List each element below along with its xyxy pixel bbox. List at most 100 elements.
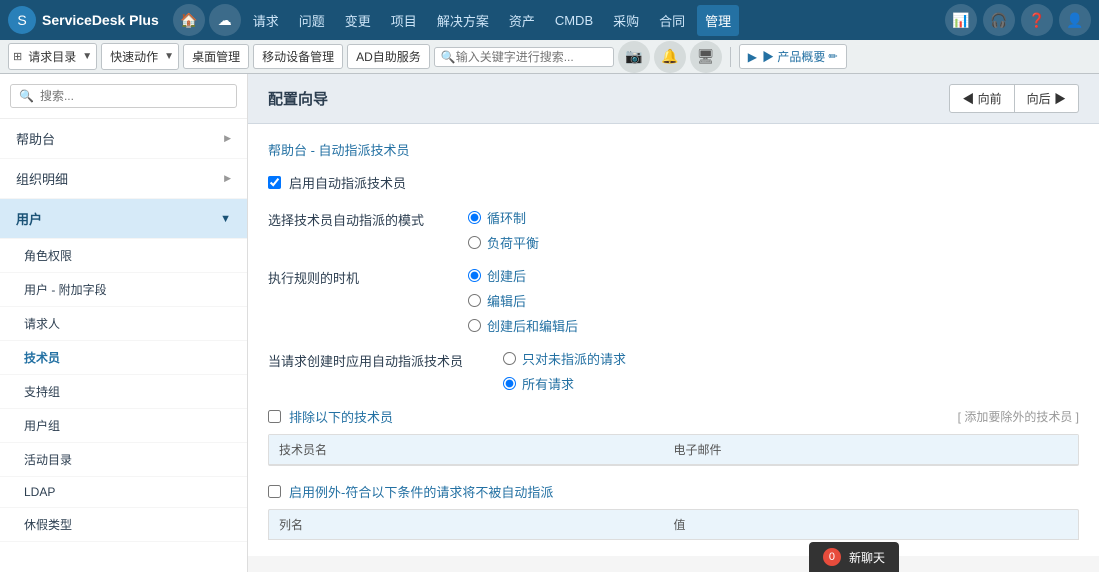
- mode-load-balance-label[interactable]: 负荷平衡: [487, 233, 539, 252]
- apply-all-label[interactable]: 所有请求: [522, 374, 574, 393]
- mode-round-robin-radio[interactable]: [468, 211, 481, 224]
- apply-label: 当请求创建时应用自动指派技术员: [268, 349, 463, 393]
- nav-item-problems[interactable]: 问题: [291, 5, 333, 36]
- nav-item-changes[interactable]: 变更: [337, 5, 379, 36]
- timing-after-edit: 编辑后: [468, 291, 578, 310]
- mode-round-robin: 循环制: [468, 208, 539, 227]
- add-exclude-link[interactable]: [ 添加要除外的技术员 ]: [958, 408, 1079, 425]
- mobile-mgmt-button[interactable]: 移动设备管理: [253, 44, 343, 69]
- timing-section: 执行规则的时机 创建后 编辑后 创建后和编辑后: [268, 266, 1079, 335]
- ad-service-button[interactable]: AD自助服务: [347, 44, 430, 69]
- user-button[interactable]: 👤: [1059, 4, 1091, 36]
- nav-item-contract[interactable]: 合同: [651, 5, 693, 36]
- sidebar-sub-technician[interactable]: 技术员: [0, 341, 247, 375]
- exception-checkbox-row: 启用例外-符合以下条件的请求将不被自动指派: [268, 482, 1079, 501]
- mode-load-balance: 负荷平衡: [468, 233, 539, 252]
- nav-item-assets[interactable]: 资产: [501, 5, 543, 36]
- timing-after-create-radio[interactable]: [468, 269, 481, 282]
- sidebar-sub-extra-fields-label: 用户 - 附加字段: [24, 283, 107, 297]
- cloud-button[interactable]: ☁: [209, 4, 241, 36]
- search-input[interactable]: [456, 50, 606, 64]
- col-column-name: 列名: [279, 516, 674, 533]
- sidebar-search-section: 🔍: [0, 74, 247, 119]
- sidebar-sub-roles-label: 角色权限: [24, 249, 72, 263]
- brand-icon: S: [8, 6, 36, 34]
- nav-item-cmdb[interactable]: CMDB: [547, 7, 601, 34]
- bell-icon-button[interactable]: 🔔: [654, 41, 686, 73]
- sidebar-sub-extra-fields[interactable]: 用户 - 附加字段: [0, 273, 247, 307]
- sidebar-item-helpdesk-label: 帮助台: [16, 129, 55, 148]
- nav-item-solutions[interactable]: 解决方案: [429, 5, 497, 36]
- next-button[interactable]: 向后 ▶: [1015, 84, 1079, 113]
- apply-unassigned-label[interactable]: 只对未指派的请求: [522, 349, 626, 368]
- content-header-title: 配置向导: [268, 88, 328, 109]
- enable-auto-assign-checkbox[interactable]: [268, 176, 281, 189]
- exclude-section: 排除以下的技术员 [ 添加要除外的技术员 ] 技术员名 电子邮件: [268, 407, 1079, 466]
- camera-icon-button[interactable]: 📷: [618, 41, 650, 73]
- timing-radio-group: 创建后 编辑后 创建后和编辑后: [468, 266, 578, 335]
- toolbar-search[interactable]: 🔍: [434, 47, 614, 67]
- mode-section: 选择技术员自动指派的模式 循环制 负荷平衡: [268, 208, 1079, 252]
- enable-auto-assign-label[interactable]: 启用自动指派技术员: [289, 173, 406, 192]
- sidebar-item-org[interactable]: 组织明细: [0, 159, 247, 199]
- product-overview-label: ▶ 产品概要: [762, 48, 825, 65]
- sidebar-item-helpdesk[interactable]: 帮助台: [0, 119, 247, 159]
- quick-action-dropdown-icon: ▼: [164, 51, 174, 62]
- request-menu-button[interactable]: 请求目录: [24, 46, 80, 67]
- apply-all-radio[interactable]: [503, 377, 516, 390]
- headset-button[interactable]: 🎧: [983, 4, 1015, 36]
- sidebar-sub-ldap[interactable]: LDAP: [0, 477, 247, 508]
- users-arrow-down-icon: ▼: [220, 213, 231, 225]
- edit-icon: ✏: [828, 50, 837, 63]
- sidebar-sub-support-group[interactable]: 支持组: [0, 375, 247, 409]
- sidebar-search-input[interactable]: [40, 89, 228, 103]
- apply-unassigned-radio[interactable]: [503, 352, 516, 365]
- mode-load-balance-radio[interactable]: [468, 236, 481, 249]
- exclude-tech-label[interactable]: 排除以下的技术员: [289, 407, 393, 426]
- desktop-mgmt-button[interactable]: 桌面管理: [183, 44, 249, 69]
- exception-section: 启用例外-符合以下条件的请求将不被自动指派 列名 值: [268, 482, 1079, 540]
- timing-after-edit-radio[interactable]: [468, 294, 481, 307]
- nav-item-requests[interactable]: 请求: [245, 5, 287, 36]
- form-content: 帮助台 - 自动指派技术员 启用自动指派技术员 选择技术员自动指派的模式 循环制…: [248, 124, 1099, 556]
- chat-count: 0: [823, 548, 841, 566]
- sidebar-sub-vacation[interactable]: 休假类型: [0, 508, 247, 542]
- exception-label[interactable]: 启用例外-符合以下条件的请求将不被自动指派: [289, 482, 553, 501]
- exception-checkbox[interactable]: [268, 485, 281, 498]
- col-email: 电子邮件: [674, 441, 1069, 458]
- sidebar-sub-vacation-label: 休假类型: [24, 518, 72, 532]
- nav-item-projects[interactable]: 项目: [383, 5, 425, 36]
- timing-after-both-label[interactable]: 创建后和编辑后: [487, 316, 578, 335]
- nav-buttons: ◀ 向前 向后 ▶: [949, 84, 1079, 113]
- apply-section: 当请求创建时应用自动指派技术员 只对未指派的请求 所有请求: [268, 349, 1079, 393]
- home-button[interactable]: 🏠: [173, 4, 205, 36]
- sidebar-sub-user-group[interactable]: 用户组: [0, 409, 247, 443]
- product-overview-button[interactable]: ▶ ▶ 产品概要 ✏: [739, 44, 847, 69]
- nav-item-admin[interactable]: 管理: [697, 5, 739, 36]
- exclude-tech-checkbox[interactable]: [268, 410, 281, 423]
- chat-bubble[interactable]: 0 新聊天: [809, 542, 899, 572]
- exclude-title: 排除以下的技术员: [268, 407, 393, 426]
- enable-auto-assign-row: 启用自动指派技术员: [268, 173, 1079, 192]
- sidebar-search-box[interactable]: 🔍: [10, 84, 237, 108]
- reports-button[interactable]: 📊: [945, 4, 977, 36]
- sidebar-sub-requester-label: 请求人: [24, 317, 60, 331]
- quick-action-button[interactable]: 快速动作: [106, 46, 162, 67]
- sidebar-sub-requester[interactable]: 请求人: [0, 307, 247, 341]
- timing-after-create-label[interactable]: 创建后: [487, 266, 526, 285]
- timing-after-edit-label[interactable]: 编辑后: [487, 291, 526, 310]
- sidebar-sub-ad[interactable]: 活动目录: [0, 443, 247, 477]
- breadcrumb: 帮助台 - 自动指派技术员: [268, 140, 1079, 159]
- sidebar-item-users[interactable]: 用户 ▼: [0, 199, 247, 239]
- timing-after-both-radio[interactable]: [468, 319, 481, 332]
- prev-button[interactable]: ◀ 向前: [949, 84, 1014, 113]
- screen-icon-button[interactable]: 🖥: [690, 41, 722, 73]
- timing-after-create: 创建后: [468, 266, 578, 285]
- nav-item-purchase[interactable]: 采购: [605, 5, 647, 36]
- sidebar-sub-support-group-label: 支持组: [24, 385, 60, 399]
- mode-label: 选择技术员自动指派的模式: [268, 208, 428, 252]
- mode-round-robin-label[interactable]: 循环制: [487, 208, 526, 227]
- sidebar-sub-user-group-label: 用户组: [24, 419, 60, 433]
- help-button[interactable]: ❓: [1021, 4, 1053, 36]
- sidebar-sub-roles[interactable]: 角色权限: [0, 239, 247, 273]
